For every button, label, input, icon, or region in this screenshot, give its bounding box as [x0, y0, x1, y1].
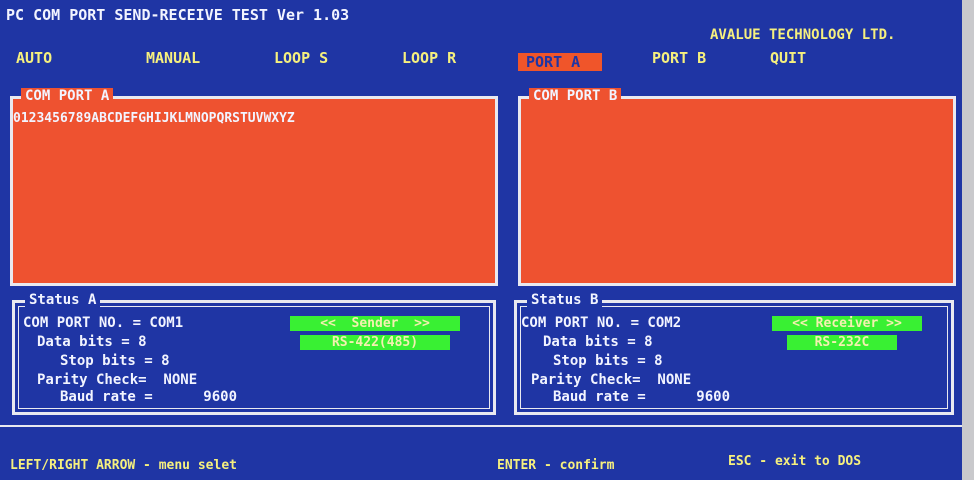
- menu-item-port-b[interactable]: PORT B: [652, 49, 706, 67]
- status-a-title: Status A: [25, 292, 101, 308]
- menu-item-port-a[interactable]: PORT A: [518, 53, 603, 71]
- dos-screen: PC COM PORT SEND-RECEIVE TEST Ver 1.03 A…: [0, 0, 962, 480]
- com-port-a-title: COM PORT A: [21, 88, 114, 104]
- footer-hint-enter: ENTER - confirm: [497, 458, 615, 473]
- com-port-b-panel: COM PORT B: [518, 88, 956, 286]
- status-b-baud: Baud rate = 9600: [553, 389, 731, 405]
- status-a-stop-bits: Stop bits = 8: [60, 353, 170, 369]
- status-b-data-bits: Data bits = 8: [543, 334, 653, 350]
- status-a-data-bits: Data bits = 8: [37, 334, 147, 350]
- com-port-a-text: 0123456789ABCDEFGHIJKLMNOPQRSTUVWXYZ: [13, 111, 295, 126]
- app-title: PC COM PORT SEND-RECEIVE TEST Ver 1.03: [6, 6, 350, 24]
- status-a-role-badge: << Sender >>: [290, 316, 460, 331]
- status-b-role-badge: << Receiver >>: [772, 316, 922, 331]
- company-name: AVALUE TECHNOLOGY LTD.: [710, 27, 896, 43]
- status-a-baud: Baud rate = 9600: [60, 389, 238, 405]
- status-a-parity: Parity Check= NONE: [37, 372, 198, 388]
- menu-item-loop-s[interactable]: LOOP S: [274, 49, 328, 67]
- menu-item-quit[interactable]: QUIT: [770, 49, 806, 67]
- status-b-mode-badge: RS-232C: [787, 335, 897, 350]
- com-port-b-title: COM PORT B: [529, 88, 622, 104]
- status-b-title: Status B: [527, 292, 603, 308]
- footer-hint-esc: ESC - exit to DOS: [728, 454, 862, 469]
- menu-item-auto[interactable]: AUTO: [16, 49, 52, 67]
- status-b-panel: Status B COM PORT NO. = COM2 Data bits =…: [514, 292, 954, 415]
- menu-item-loop-r[interactable]: LOOP R: [402, 49, 456, 67]
- menu-item-manual[interactable]: MANUAL: [146, 49, 200, 67]
- status-a-mode-badge: RS-422(485): [300, 335, 450, 350]
- footer-hint-arrows: LEFT/RIGHT ARROW - menu selet: [10, 458, 237, 473]
- status-a-com-port: COM PORT NO. = COM1: [23, 315, 184, 331]
- status-a-panel: Status A COM PORT NO. = COM1 Data bits =…: [12, 292, 496, 415]
- footer-divider: [0, 425, 962, 427]
- status-b-parity: Parity Check= NONE: [531, 372, 692, 388]
- status-b-stop-bits: Stop bits = 8: [553, 353, 663, 369]
- com-port-a-panel: COM PORT A 0123456789ABCDEFGHIJKLMNOPQRS…: [10, 88, 498, 286]
- status-b-com-port: COM PORT NO. = COM2: [521, 315, 682, 331]
